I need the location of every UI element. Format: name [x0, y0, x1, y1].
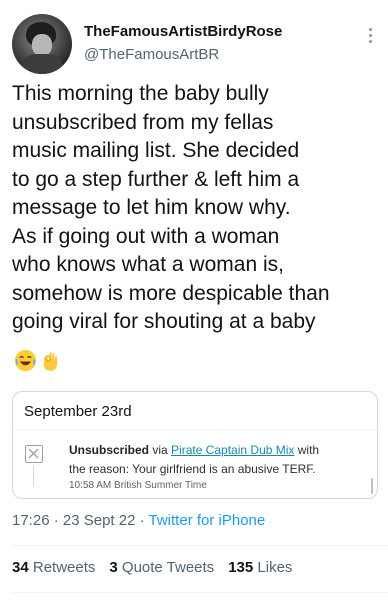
card-action: Unsubscribed: [69, 443, 150, 457]
card-date: September 23rd: [24, 403, 132, 420]
card-with: with: [294, 443, 320, 457]
more-options-icon[interactable]: [362, 24, 378, 46]
card-reason: the reason: Your girlfriend is an abusiv…: [69, 462, 316, 476]
avatar[interactable]: [12, 14, 72, 74]
card-via: via: [149, 443, 172, 457]
tweet-time[interactable]: 17:26: [12, 512, 50, 529]
retweets-stat[interactable]: 34 Retweets: [12, 559, 95, 576]
user-handle[interactable]: @TheFamousArtBR: [84, 46, 219, 63]
meta-dot: ·: [49, 512, 63, 529]
tweet-header: TheFamousArtistBirdyRose @TheFamousArtBR: [0, 0, 388, 78]
embedded-email-card: September 23rd Unsubscribed via Pirate C…: [12, 391, 378, 499]
display-name[interactable]: TheFamousArtistBirdyRose: [84, 23, 282, 40]
tweet-stats: 34 Retweets 3 Quote Tweets 135 Likes: [12, 559, 292, 576]
emoji-row: [14, 349, 62, 377]
likes-stat[interactable]: 135 Likes: [228, 559, 292, 576]
divider: [12, 592, 388, 593]
retweets-label: Retweets: [32, 559, 96, 576]
retweets-count: 34: [12, 559, 29, 576]
card-timestamp: 10:58 AM British Summer Time: [69, 480, 207, 491]
tweet-meta: 17:26 · 23 Sept 22 · Twitter for iPhone: [12, 512, 265, 529]
tweet-text: This morning the baby bully unsubscribed…: [12, 82, 330, 333]
quotes-label: Quote Tweets: [121, 559, 215, 576]
ok-hand-icon: [39, 349, 62, 377]
card-divider: [13, 429, 377, 430]
card-scrollbar[interactable]: [371, 478, 373, 494]
face-with-tears-of-joy-icon: [14, 349, 37, 377]
card-action-line: Unsubscribed via Pirate Captain Dub Mix …: [69, 443, 319, 457]
likes-label: Likes: [257, 559, 293, 576]
meta-dot: ·: [135, 512, 149, 529]
card-timeline-stem: [33, 465, 34, 487]
quotes-count: 3: [109, 559, 118, 576]
tweet-source-link[interactable]: Twitter for iPhone: [149, 512, 266, 529]
avatar-body: [22, 54, 62, 74]
avatar-face: [32, 34, 52, 56]
quote-tweets-stat[interactable]: 3 Quote Tweets: [109, 559, 214, 576]
tweet-date[interactable]: 23 Sept 22: [63, 512, 136, 529]
close-box-icon: [25, 445, 43, 463]
likes-count: 135: [228, 559, 254, 576]
mailing-list-link[interactable]: Pirate Captain Dub Mix: [171, 443, 294, 457]
divider: [12, 545, 388, 546]
